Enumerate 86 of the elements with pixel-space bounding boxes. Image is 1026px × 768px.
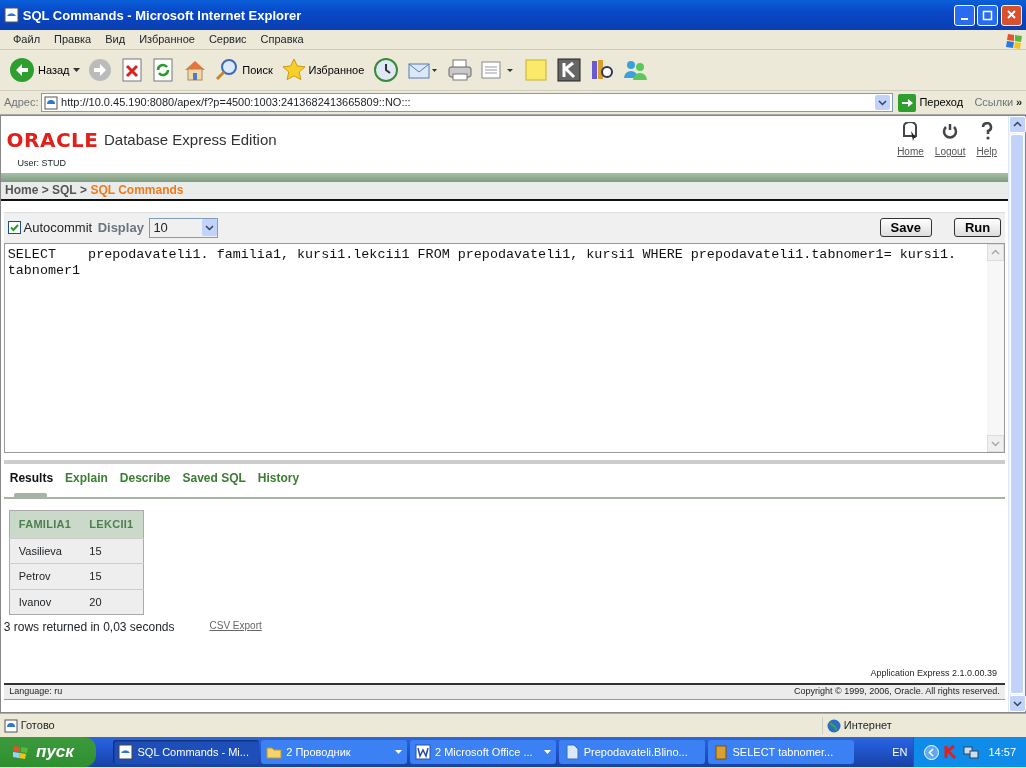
start-button[interactable]: пуск [0, 737, 96, 767]
window-title: SQL Commands - Microsoft Internet Explorer [22, 7, 303, 23]
nav-link[interactable]: Help [976, 121, 997, 160]
app-icon [712, 744, 729, 760]
ie-page-icon [44, 95, 59, 110]
word-doc-icon [415, 744, 431, 760]
power-icon [941, 121, 960, 142]
status-text: Готово [20, 718, 56, 734]
links-label[interactable]: Ссылки [974, 94, 1014, 111]
dropdown-caret-icon[interactable] [72, 68, 80, 72]
windows-flag-icon [12, 744, 30, 760]
product-title: Database Express Edition [103, 130, 277, 151]
autocommit-label: Autocommit [23, 219, 93, 237]
menu-item[interactable]: Справка [253, 31, 311, 48]
rows-summary: 3 rows returned in 0,03 seconds [3, 619, 175, 636]
results-tab[interactable]: Saved SQL [176, 469, 252, 498]
home-page-icon [901, 121, 920, 142]
refresh-icon[interactable] [151, 58, 174, 82]
column-header: LEKCII1 [80, 510, 144, 539]
breadcrumb-separator: > [79, 182, 89, 200]
document-icon [563, 744, 580, 760]
chevron-left-icon[interactable] [923, 744, 939, 760]
scrollbar-thumb[interactable] [1010, 134, 1024, 694]
breadcrumb-current: SQL Commands [90, 182, 184, 200]
table-cell: 15 [80, 538, 144, 564]
menu-item[interactable]: Избранное [132, 31, 202, 48]
language-indicator[interactable]: EN [892, 743, 908, 761]
results-tab[interactable]: Explain [59, 469, 114, 498]
display-label: Display [97, 219, 144, 237]
ie-page-icon [4, 7, 20, 23]
nav-link[interactable]: Home [897, 121, 924, 160]
menu-item[interactable]: Сервис [201, 31, 254, 48]
csv-export-link[interactable]: CSV Export [209, 618, 262, 636]
folder-icon [266, 744, 283, 760]
breadcrumb-separator: > [40, 182, 50, 200]
clock: 14:57 [988, 744, 1016, 760]
column-header: FAMILIA1 [9, 510, 81, 539]
menu-item[interactable]: Правка [47, 31, 99, 48]
zone-label: Интернет [843, 718, 892, 734]
toolbar-button[interactable]: Назад [6, 53, 83, 87]
address-label: Адрес: [4, 95, 39, 111]
table-cell: 15 [80, 563, 144, 590]
taskbar-button[interactable]: 2 Microsoft Office ... [410, 740, 556, 764]
more-chevron[interactable]: » [1015, 94, 1022, 111]
people-icon[interactable] [622, 58, 649, 82]
taskbar-button[interactable]: Prepodavateli.Blino... [558, 740, 705, 764]
taskbar-button[interactable]: SQL Commands - Mi... [112, 740, 259, 764]
ie-page-icon [4, 718, 18, 733]
table-cell: Ivanov [9, 589, 81, 615]
ie-page-icon [117, 744, 134, 760]
taskbar-button[interactable]: SELECT tabnomer... [707, 740, 854, 764]
copyright-text: Copyright © 1999, 2006, Oracle. All rights reserved. [794, 685, 1000, 699]
history-icon[interactable] [373, 57, 399, 83]
taskbar-button[interactable]: 2 Проводник [261, 740, 408, 764]
toolbar-button[interactable]: Избранное [278, 53, 368, 87]
language-label: Language: ru [9, 685, 63, 699]
table-cell: 20 [80, 589, 144, 615]
checkbox[interactable] [7, 221, 21, 235]
results-tab[interactable]: Results [3, 469, 60, 498]
go-button[interactable]: Переход [895, 92, 967, 113]
menu-item[interactable]: Файл [6, 31, 48, 48]
action-button[interactable]: Run [953, 218, 1002, 238]
star-icon [281, 58, 306, 82]
results-tab[interactable]: Describe [113, 469, 177, 498]
search-icon [215, 58, 240, 82]
menu-item[interactable]: Вид [98, 31, 133, 48]
action-button[interactable]: Save [879, 218, 932, 238]
user-label: User: STUD [16, 157, 67, 171]
toolbar-button[interactable]: Поиск [212, 53, 276, 87]
breadcrumb-link[interactable]: Home [5, 181, 39, 200]
k-square-icon[interactable] [556, 58, 581, 82]
network-icon[interactable] [962, 744, 979, 760]
nav-link[interactable]: Logout [934, 121, 966, 160]
address-field[interactable]: http://10.0.45.190:8080/apex/f?p=4500:1003:2413682413665809::NO::: [41, 93, 893, 112]
books-icon[interactable] [589, 58, 614, 82]
oracle-logo: ORACLE [6, 128, 99, 153]
display-select[interactable]: 10 [149, 217, 219, 238]
globe-icon [827, 718, 841, 733]
table-cell: Vasilieva [9, 538, 81, 564]
breadcrumb-link[interactable]: SQL [52, 181, 77, 200]
printer-icon[interactable] [446, 58, 473, 82]
maximize-icon[interactable] [981, 8, 995, 22]
version-label: Application Express 2.1.0.00.39 [869, 666, 998, 680]
stop-icon[interactable] [121, 58, 144, 82]
table-cell: Petrov [9, 563, 81, 590]
results-tab[interactable]: History [251, 469, 306, 498]
